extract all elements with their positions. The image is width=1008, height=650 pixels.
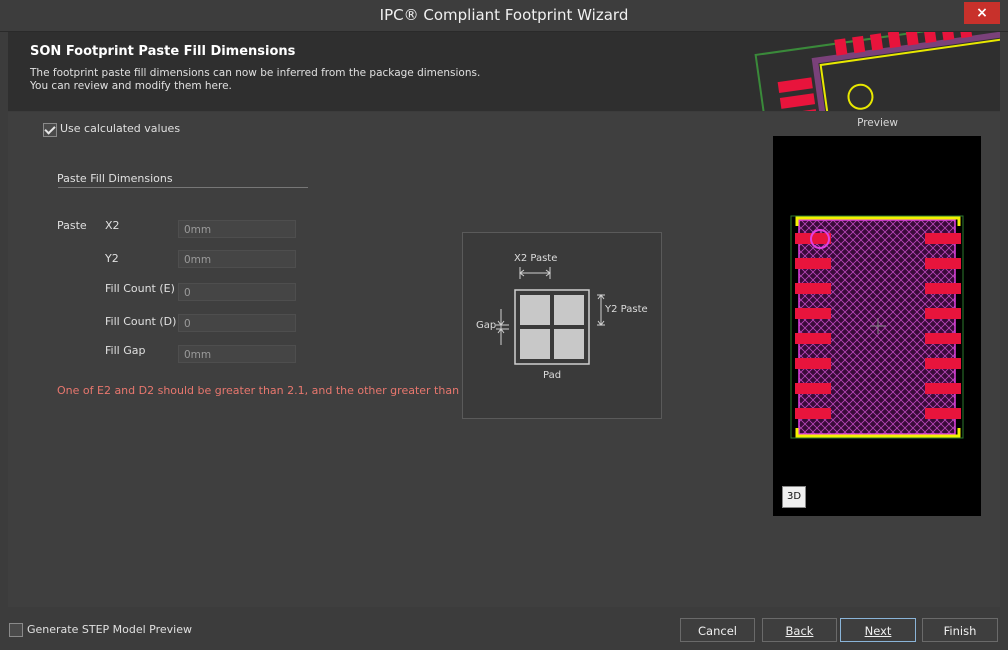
- footprint-preview[interactable]: [773, 136, 981, 516]
- y2-label: Y2: [105, 252, 119, 265]
- gap-label: Gap: [476, 320, 497, 331]
- fill-count-d-label: Fill Count (D): [105, 315, 177, 328]
- fill-count-d-input[interactable]: 0: [178, 314, 296, 332]
- paste-fill-diagram: X2 Paste Y2 Paste Gap Pad: [462, 232, 662, 419]
- generate-step-label: Generate STEP Model Preview: [27, 623, 192, 636]
- y2-paste-label: Y2 Paste: [605, 304, 648, 315]
- fill-count-e-label: Fill Count (E): [105, 282, 175, 295]
- validation-warning: One of E2 and D2 should be greater than …: [57, 384, 484, 397]
- footer-bar: Generate STEP Model Preview Cancel Back …: [0, 608, 1008, 650]
- section-divider: [58, 187, 308, 188]
- title-bar: IPC® Compliant Footprint Wizard ×: [0, 0, 1008, 32]
- preview-label: Preview: [857, 117, 898, 129]
- x2-input[interactable]: 0mm: [178, 220, 296, 238]
- y2-input[interactable]: 0mm: [178, 250, 296, 268]
- finish-button[interactable]: Finish: [922, 618, 998, 642]
- fill-gap-label: Fill Gap: [105, 344, 146, 357]
- window-title: IPC® Compliant Footprint Wizard: [379, 6, 629, 24]
- generate-step-checkbox[interactable]: [9, 623, 23, 637]
- footprint-preview-icon: [790, 215, 964, 439]
- page-description-line2: You can review and modify them here.: [30, 80, 232, 92]
- page-description-line1: The footprint paste fill dimensions can …: [30, 67, 481, 79]
- close-button[interactable]: ×: [964, 2, 1000, 24]
- use-calculated-label: Use calculated values: [60, 122, 181, 135]
- page-title: SON Footprint Paste Fill Dimensions: [30, 44, 296, 59]
- header-banner: SON Footprint Paste Fill Dimensions The …: [8, 32, 1000, 111]
- section-title: Paste Fill Dimensions: [57, 172, 173, 185]
- pcb-banner-art-icon: [754, 32, 1000, 111]
- fill-gap-input[interactable]: 0mm: [178, 345, 296, 363]
- fill-count-e-input[interactable]: 0: [178, 283, 296, 301]
- back-button[interactable]: Back: [762, 618, 837, 642]
- next-button[interactable]: Next: [840, 618, 916, 642]
- use-calculated-checkbox[interactable]: [43, 123, 57, 137]
- 3d-view-button[interactable]: 3D: [782, 486, 806, 508]
- x2-label: X2: [105, 219, 120, 232]
- x2-paste-label: X2 Paste: [514, 253, 558, 264]
- paste-group-label: Paste: [57, 219, 87, 232]
- pad-label: Pad: [543, 370, 562, 381]
- cancel-button[interactable]: Cancel: [680, 618, 755, 642]
